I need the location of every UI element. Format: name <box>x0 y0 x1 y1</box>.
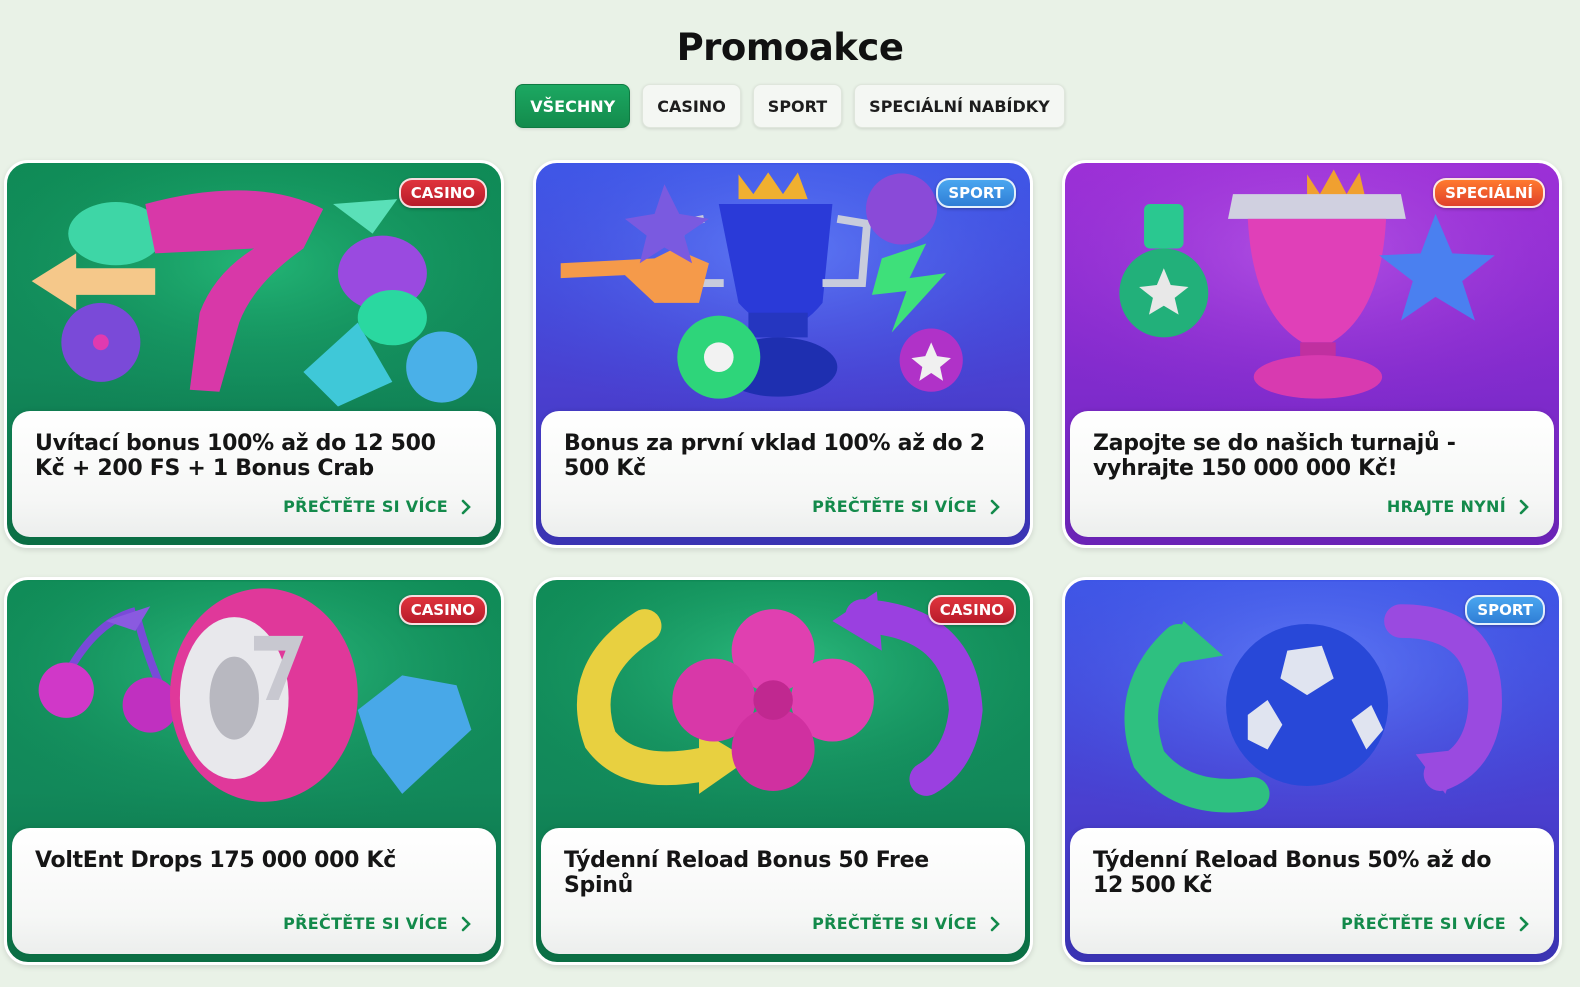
promo-info-panel: Týdenní Reload Bonus 50 Free Spinů PŘEČT… <box>541 828 1025 954</box>
chevron-right-icon <box>1519 499 1529 514</box>
chevron-right-icon <box>461 499 471 514</box>
category-badge: CASINO <box>398 178 487 208</box>
cta-label: PŘEČTĚTE SI VÍCE <box>812 497 977 516</box>
promo-title: Bonus za první vklad 100% až do 2 500 Kč <box>564 431 985 481</box>
chevron-right-icon <box>990 916 1000 931</box>
page-title: Promoakce <box>676 25 904 69</box>
category-badge: CASINO <box>398 595 487 625</box>
filter-special-offers-button[interactable]: SPECIÁLNÍ NABÍDKY <box>854 84 1065 128</box>
cta-label: PŘEČTĚTE SI VÍCE <box>812 914 977 933</box>
promo-title: Uvítací bonus 100% až do 12 500 Kč + 200… <box>35 431 436 481</box>
chevron-right-icon <box>461 916 471 931</box>
promo-info-panel: Uvítací bonus 100% až do 12 500 Kč + 200… <box>12 411 496 537</box>
chevron-right-icon <box>1519 916 1529 931</box>
read-more-link[interactable]: PŘEČTĚTE SI VÍCE <box>283 497 474 516</box>
promo-filter-tabs: VŠECHNY CASINO SPORT SPECIÁLNÍ NABÍDKY <box>0 84 1580 128</box>
filter-casino-button[interactable]: CASINO <box>642 84 741 128</box>
read-more-link[interactable]: PŘEČTĚTE SI VÍCE <box>283 914 474 933</box>
category-badge: SPECIÁLNÍ <box>1433 178 1545 208</box>
read-more-link[interactable]: PŘEČTĚTE SI VÍCE <box>812 914 1003 933</box>
cta-label: PŘEČTĚTE SI VÍCE <box>283 497 448 516</box>
promo-grid: CASINO Uvítací bonus 100% až do 12 500 K… <box>4 160 1576 965</box>
cta-label: PŘEČTĚTE SI VÍCE <box>283 914 448 933</box>
promo-card[interactable]: CASINO Týdenní Reload Bonus 50 Free Spin… <box>533 577 1033 965</box>
filter-sport-button[interactable]: SPORT <box>752 84 843 128</box>
promo-card[interactable]: CASINO Uvítací bonus 100% až do 12 500 K… <box>4 160 504 548</box>
cta-label: PŘEČTĚTE SI VÍCE <box>1341 914 1506 933</box>
category-badge: CASINO <box>927 595 1016 625</box>
cta-label: HRAJTE NYNÍ <box>1386 497 1506 516</box>
promo-info-panel: Bonus za první vklad 100% až do 2 500 Kč… <box>541 411 1025 537</box>
read-more-link[interactable]: PŘEČTĚTE SI VÍCE <box>1341 914 1532 933</box>
promo-info-panel: Týdenní Reload Bonus 50% až do 12 500 Kč… <box>1070 828 1554 954</box>
category-badge: SPORT <box>936 178 1016 208</box>
promo-info-panel: Zapojte se do našich turnajů - vyhrajte … <box>1070 411 1554 537</box>
promo-card[interactable]: SPORT Bonus za první vklad 100% až do 2 … <box>533 160 1033 548</box>
promo-card[interactable]: SPECIÁLNÍ Zapojte se do našich turnajů -… <box>1062 160 1562 548</box>
filter-all-button[interactable]: VŠECHNY <box>515 84 631 128</box>
promo-title: Zapojte se do našich turnajů - vyhrajte … <box>1093 431 1456 481</box>
category-badge: SPORT <box>1465 595 1545 625</box>
play-now-link[interactable]: HRAJTE NYNÍ <box>1387 497 1532 516</box>
promo-title: VoltEnt Drops 175 000 000 Kč <box>35 848 397 873</box>
promo-card[interactable]: CASINO VoltEnt Drops 175 000 000 Kč PŘEČ… <box>4 577 504 965</box>
promo-info-panel: VoltEnt Drops 175 000 000 Kč PŘEČTĚTE SI… <box>12 828 496 954</box>
chevron-right-icon <box>990 499 1000 514</box>
read-more-link[interactable]: PŘEČTĚTE SI VÍCE <box>812 497 1003 516</box>
promo-title: Týdenní Reload Bonus 50% až do 12 500 Kč <box>1093 848 1492 898</box>
promo-card[interactable]: SPORT Týdenní Reload Bonus 50% až do 12 … <box>1062 577 1562 965</box>
promo-title: Týdenní Reload Bonus 50 Free Spinů <box>564 848 929 898</box>
